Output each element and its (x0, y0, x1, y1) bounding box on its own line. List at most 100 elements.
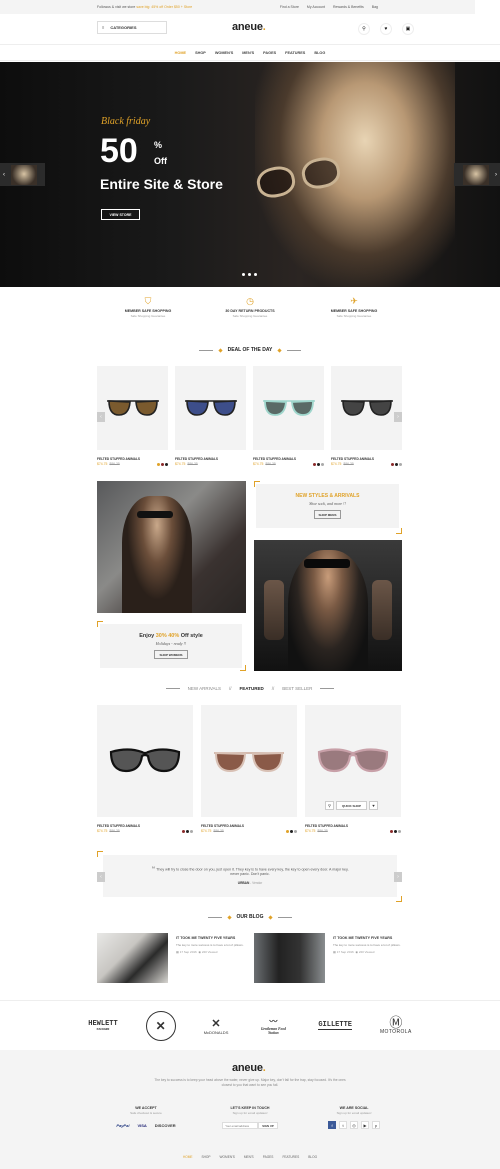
instagram-icon[interactable]: ◎ (350, 1121, 358, 1129)
nav-shop[interactable]: SHOP (195, 51, 206, 55)
footer-nav-home[interactable]: HOME (183, 1155, 193, 1159)
footer-nav-shop[interactable]: SHOP (202, 1155, 211, 1159)
footer-nav-blog[interactable]: BLOG (308, 1155, 317, 1159)
footer-newsletter: LET'S KEEP IN TOUCH Sign up for email up… (190, 1106, 310, 1129)
chevron-left-icon: ‹ (100, 414, 102, 420)
blog-post: IT TOOK ME TWENTY FIVE YEARS The key to … (333, 936, 403, 954)
deal-next-button[interactable]: › (394, 412, 402, 422)
footer-nav-pages[interactable]: PAGES (263, 1155, 274, 1159)
nav-blog[interactable]: BLOG (314, 51, 325, 55)
brand-seal-logo[interactable]: ✕ (145, 1010, 176, 1041)
product-card[interactable]: ⚲ QUICK SHOP ♥ FELTED STUFFED ANIMALS $7… (305, 705, 401, 833)
my-account-link[interactable]: My Account (307, 5, 325, 9)
product-card[interactable]: FELTED STUFFED ANIMALS $74.75 $86.35 (97, 366, 168, 466)
footer-logo[interactable]: aneue. (232, 1062, 266, 1074)
product-image[interactable] (175, 366, 246, 450)
bag-icon[interactable]: ▣ (402, 23, 414, 35)
promo-prefix: Enjoy (139, 633, 155, 639)
slide-dot[interactable] (248, 273, 251, 276)
calendar-icon: ▦ (176, 950, 179, 954)
twitter-icon[interactable]: t (339, 1121, 347, 1129)
brand-mcdonalds[interactable]: ✕ McDONALDS (204, 1017, 229, 1035)
product-name[interactable]: FELTED STUFFED ANIMALS (331, 457, 402, 461)
testimonial-prev-button[interactable]: ‹ (97, 872, 105, 882)
product-card[interactable]: FELTED STUFFED ANIMALS $74.75 $86.35 (253, 366, 324, 466)
bag-link[interactable]: Bag (372, 5, 378, 9)
top-promo: Followus & visit we store save big: 45% … (97, 5, 192, 9)
banner-man-image[interactable] (254, 540, 402, 671)
product-name[interactable]: FELTED STUFFED ANIMALS (97, 824, 193, 828)
brand-motorola[interactable]: Ⓜ MOTOROLA (380, 1016, 412, 1035)
product-image[interactable] (97, 366, 168, 450)
product-image[interactable] (331, 366, 402, 450)
product-name[interactable]: FELTED STUFFED ANIMALS (305, 824, 401, 828)
product-card[interactable]: FELTED STUFFED ANIMALS $74.75 $86.35 (97, 705, 193, 833)
search-icon[interactable]: ⚲ (325, 801, 334, 810)
slide-dot[interactable] (254, 273, 257, 276)
tab-new-arrivals[interactable]: NEW ARRIVALS (188, 686, 221, 691)
search-icon[interactable]: ⚲ (358, 23, 370, 35)
heart-icon[interactable]: ♥ (380, 23, 392, 35)
footer-nav-womens[interactable]: WOMEN'S (220, 1155, 235, 1159)
price-old: $86.35 (213, 829, 224, 833)
hero-off: Off (154, 156, 167, 166)
header-icons: ⚲ ♥ ▣ (358, 23, 414, 35)
brand-hp[interactable]: HEWLETT PACKARD (88, 1020, 117, 1031)
slide-dot[interactable] (242, 273, 245, 276)
hero-slider (0, 62, 500, 287)
hero-next-button[interactable]: › (454, 163, 500, 186)
hero-prev-button[interactable]: ‹ (0, 163, 45, 186)
heart-icon[interactable]: ♥ (369, 801, 379, 810)
footer-nav-mens[interactable]: MEN'S (244, 1155, 254, 1159)
quick-shop-button[interactable]: QUICK SHOP (336, 801, 368, 810)
pinterest-icon[interactable]: p (372, 1121, 380, 1129)
newsletter-form: SIGN UP (190, 1122, 310, 1129)
view-store-button[interactable]: VIEW STORE (101, 209, 140, 220)
testimonial-next-button[interactable]: › (394, 872, 402, 882)
categories-dropdown[interactable]: ≡ CATEGORIES (97, 21, 167, 34)
blog-post-title[interactable]: IT TOOK ME TWENTY FIVE YEARS (176, 936, 246, 940)
product-card[interactable]: FELTED STUFFED ANIMALS $74.75 $86.35 (175, 366, 246, 466)
find-store-link[interactable]: Find a Store (280, 5, 299, 9)
tab-featured[interactable]: FEATURED (240, 686, 264, 691)
nav-womens[interactable]: WOMEN'S (215, 51, 233, 55)
nav-features[interactable]: FEATURES (285, 51, 305, 55)
blog-post-title[interactable]: IT TOOK ME TWENTY FIVE YEARS (333, 936, 403, 940)
shop-mens-button[interactable]: SHOP MENS (313, 510, 342, 519)
corner-decor (97, 621, 103, 627)
product-card[interactable]: FELTED STUFFED ANIMALS $74.75 $86.35 (331, 366, 402, 466)
fork-knife-icon: ✕ (211, 1017, 221, 1030)
nav-pages[interactable]: PAGES (263, 51, 276, 55)
product-name[interactable]: FELTED STUFFED ANIMALS (97, 457, 168, 461)
footer-nav-features[interactable]: FEATURES (282, 1155, 299, 1159)
product-name[interactable]: FELTED STUFFED ANIMALS (175, 457, 246, 461)
product-name[interactable]: FELTED STUFFED ANIMALS (201, 824, 297, 828)
sign-up-button[interactable]: SIGN UP (258, 1122, 278, 1129)
facebook-icon[interactable]: f (328, 1121, 336, 1129)
tab-best-seller[interactable]: BEST SELLER (282, 686, 312, 691)
blog-image[interactable] (97, 933, 168, 983)
nav-mens[interactable]: MEN'S (242, 51, 254, 55)
promo-highlight[interactable]: save big: 45% off Order $50 + Store (136, 5, 192, 9)
product-image[interactable] (253, 366, 324, 450)
diamond-icon (218, 347, 223, 353)
blog-image[interactable] (254, 933, 325, 983)
quote-icon: ❝ (151, 866, 156, 873)
nav-home[interactable]: HOME (175, 51, 186, 55)
product-image[interactable] (201, 705, 297, 817)
site-logo[interactable]: aneue. (232, 21, 266, 33)
brand-gillette[interactable]: GILLETTE (318, 1021, 352, 1030)
shop-womens-button[interactable]: SHOP WOMENS (154, 650, 188, 659)
product-image[interactable] (97, 705, 193, 817)
product-card[interactable]: FELTED STUFFED ANIMALS $74.75 $86.35 (201, 705, 297, 833)
banner-woman-image[interactable] (97, 481, 246, 613)
product-image[interactable]: ⚲ QUICK SHOP ♥ (305, 705, 401, 817)
brand-gentleman[interactable]: 〰 Gentleman Food Station (256, 1016, 290, 1035)
rewards-link[interactable]: Rewards & Benefits (333, 5, 364, 9)
feature-item: ⛉ MEMBER SAFE SHOPPING Safe Shopping Gua… (93, 296, 203, 318)
email-input[interactable] (222, 1122, 259, 1129)
corner-decor (396, 528, 402, 534)
deal-prev-button[interactable]: ‹ (97, 412, 105, 422)
product-name[interactable]: FELTED STUFFED ANIMALS (253, 457, 324, 461)
youtube-icon[interactable]: ▶ (361, 1121, 369, 1129)
